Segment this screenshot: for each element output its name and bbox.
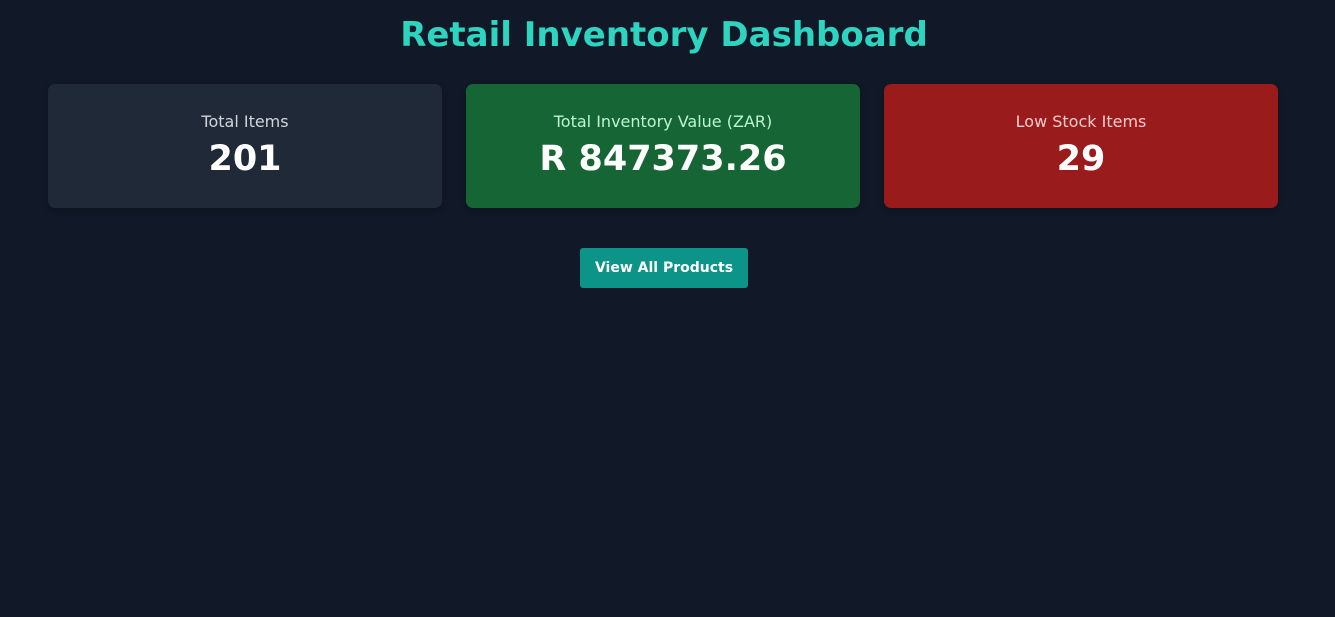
inventory-value-amount: R 847373.26 [539,139,787,179]
page-title: Retail Inventory Dashboard [400,15,928,55]
total-items-card: Total Items 201 [48,84,442,208]
low-stock-card: Low Stock Items 29 [884,84,1278,208]
total-items-label: Total Items [201,112,289,131]
low-stock-label: Low Stock Items [1015,112,1147,131]
inventory-value-label: Total Inventory Value (ZAR) [553,112,773,131]
view-all-products-button[interactable]: View All Products [579,248,749,288]
inventory-value-card: Total Inventory Value (ZAR) R 847373.26 [466,84,860,208]
actions-bar: View All Products [0,248,1328,288]
total-items-value: 201 [208,139,282,179]
low-stock-value: 29 [1056,139,1106,179]
dashboard-page: Retail Inventory Dashboard Total Items 2… [0,0,1335,617]
stats-cards: Total Items 201 Total Inventory Value (Z… [48,84,1278,208]
